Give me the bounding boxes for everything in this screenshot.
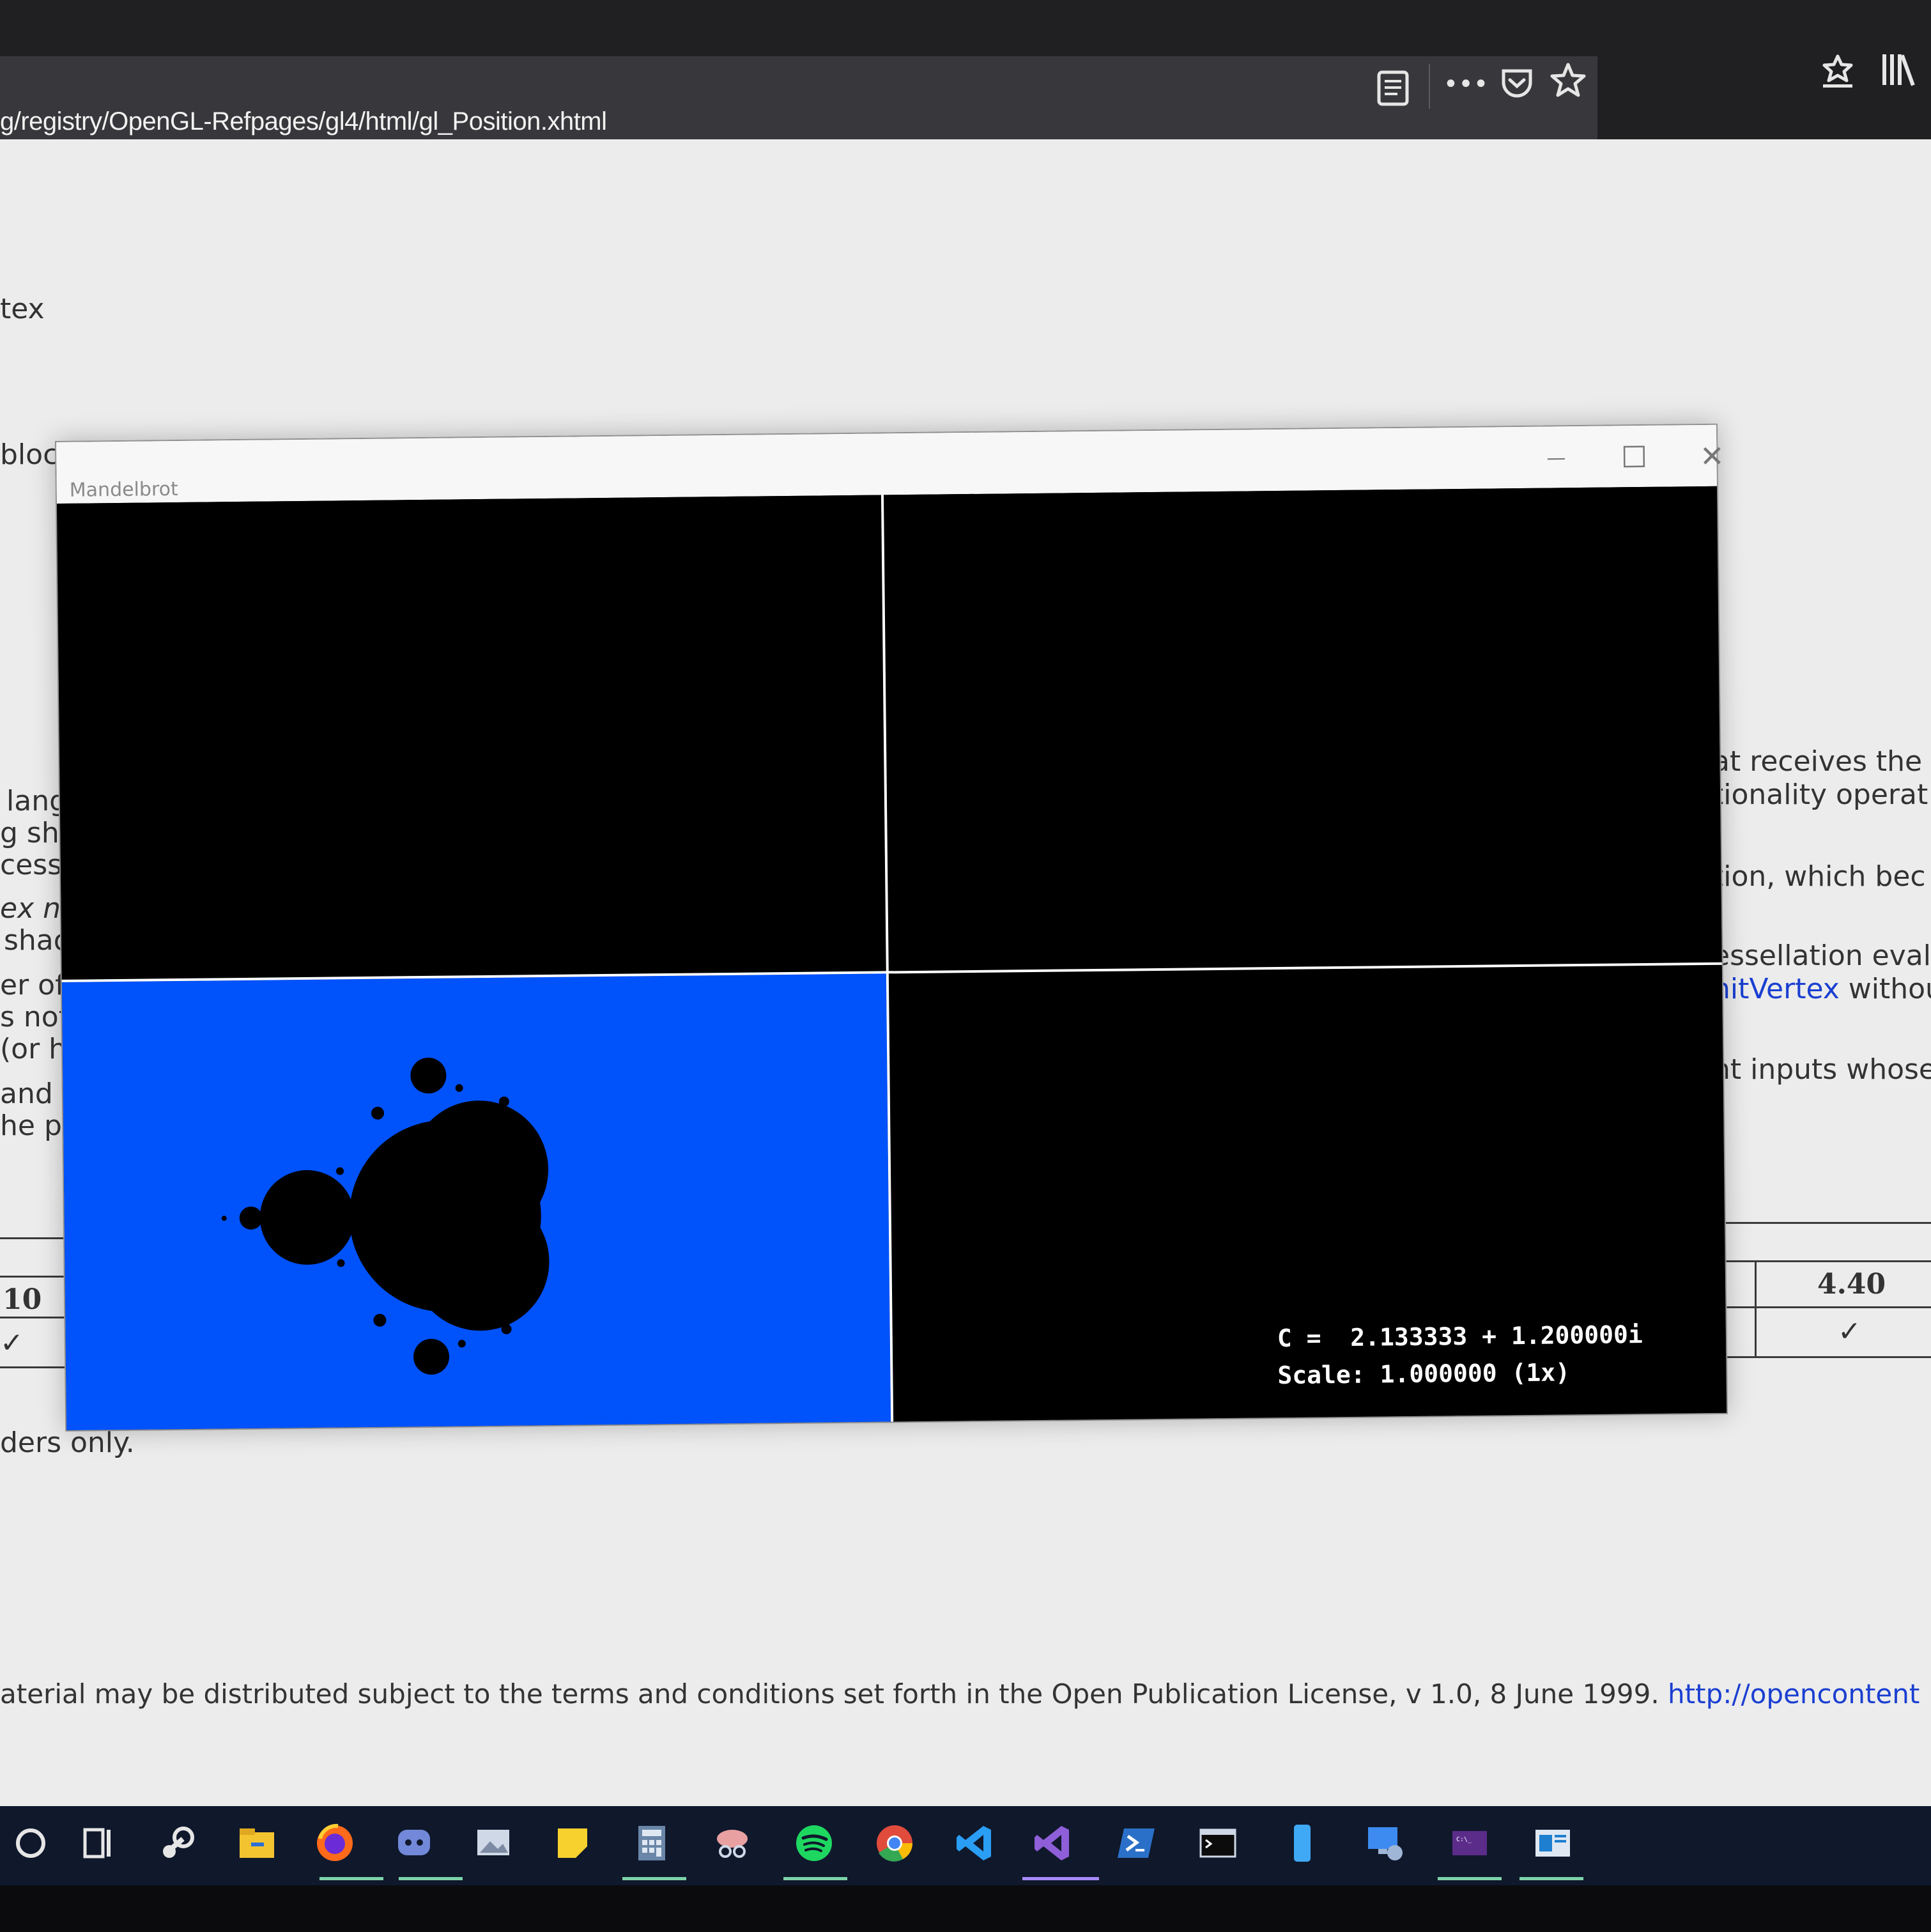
address-bar-url[interactable]: g/registry/OpenGL-Refpages/gl4/html/gl_P… xyxy=(0,107,607,136)
mandelbrot-minibulb xyxy=(337,1259,345,1267)
maximize-button[interactable]: ☐ xyxy=(1599,435,1670,480)
table-cell-version: 4.40 xyxy=(1817,1268,1886,1301)
bookmark-manage-icon[interactable] xyxy=(1813,47,1862,96)
mandelbrot-app-icon[interactable] xyxy=(1522,1812,1583,1874)
photos-icon[interactable] xyxy=(463,1812,524,1874)
shaders-note: ders only. xyxy=(0,1426,135,1459)
table-rule xyxy=(1712,1222,1931,1224)
bookmark-star-icon[interactable] xyxy=(1544,56,1592,105)
page-text-line: nitVertex withou xyxy=(1712,973,1931,1005)
chrome-icon[interactable] xyxy=(864,1812,925,1874)
running-indicator xyxy=(319,1877,383,1880)
toolbar-separator xyxy=(1429,64,1430,109)
minimize-button[interactable]: — xyxy=(1521,435,1592,481)
page-text-line: tion, which bec xyxy=(1712,860,1926,893)
viewport-bottom-right[interactable]: C = 2.133333 + 1.200000i Scale: 1.000000… xyxy=(888,964,1727,1422)
terminal-icon[interactable] xyxy=(1187,1812,1249,1874)
page-text-line: tionality operat xyxy=(1712,778,1928,811)
calculator-icon[interactable] xyxy=(621,1812,682,1874)
table-rule xyxy=(1755,1260,1757,1357)
pocket-icon[interactable] xyxy=(1493,59,1541,107)
table-rule xyxy=(1712,1260,1931,1262)
mandelbrot-set xyxy=(221,1057,550,1375)
powershell-icon[interactable] xyxy=(1105,1812,1167,1874)
discord-icon[interactable] xyxy=(383,1812,445,1874)
running-indicator xyxy=(1438,1877,1502,1880)
mandelbrot-minibulb xyxy=(335,1167,344,1175)
viewport-bottom-left[interactable] xyxy=(61,973,891,1430)
spotify-icon[interactable] xyxy=(783,1812,845,1874)
running-indicator xyxy=(1022,1877,1099,1880)
viewport-top-left[interactable] xyxy=(57,495,886,980)
sticky-notes-icon[interactable] xyxy=(542,1812,603,1874)
command-prompt-icon[interactable]: C:\_ xyxy=(1439,1812,1500,1874)
mandelbrot-window[interactable]: Mandelbrot — ☐ ✕ C = 2.133333 + 1.200000… xyxy=(55,423,1728,1432)
mandelbrot-minibulb xyxy=(458,1340,466,1348)
table-cell-check: ✓ xyxy=(0,1327,24,1359)
mandelbrot-minibulb xyxy=(221,1216,227,1221)
emit-vertex-link[interactable]: nitVertex xyxy=(1712,973,1840,1005)
running-indicator xyxy=(1519,1877,1583,1880)
table-rule xyxy=(1712,1306,1931,1308)
steam-icon[interactable] xyxy=(147,1812,208,1874)
page-text-line: at receives the xyxy=(1712,745,1923,778)
vscode-icon[interactable] xyxy=(944,1812,1006,1874)
library-icon[interactable] xyxy=(1875,45,1923,93)
scale-readout: Scale: 1.000000 (1x) xyxy=(1277,1358,1571,1390)
reader-view-icon[interactable] xyxy=(1369,64,1417,112)
mandelbrot-minibulb xyxy=(371,1106,385,1120)
cortana-icon[interactable] xyxy=(0,1812,61,1874)
page-heading-fragment: tex xyxy=(0,293,45,325)
mandelbrot-minibulb xyxy=(239,1206,263,1230)
close-button[interactable]: ✕ xyxy=(1677,433,1748,479)
mandelbrot-period2-bulb xyxy=(259,1170,355,1265)
svg-text:C:\_: C:\_ xyxy=(1456,1836,1472,1843)
phone-icon[interactable] xyxy=(1272,1812,1333,1874)
firefox-icon[interactable] xyxy=(304,1812,365,1874)
visual-studio-icon[interactable] xyxy=(1022,1812,1084,1874)
viewport-top-right[interactable] xyxy=(883,486,1722,971)
mandelbrot-minibulb xyxy=(373,1313,387,1327)
license-link[interactable]: http://opencontent xyxy=(1668,1678,1919,1710)
mandelbrot-minibulb xyxy=(455,1084,463,1092)
license-text: aterial may be distributed subject to th… xyxy=(0,1678,1920,1710)
running-indicator xyxy=(783,1877,847,1880)
window-title: Mandelbrot xyxy=(69,477,178,502)
c-readout: C = 2.133333 + 1.200000i xyxy=(1277,1320,1643,1353)
table-cell-check: ✓ xyxy=(1838,1315,1861,1348)
task-view-icon[interactable] xyxy=(66,1812,128,1874)
running-indicator xyxy=(399,1877,463,1880)
page-text-line: essellation evalu xyxy=(1712,939,1931,972)
more-icon[interactable]: ••• xyxy=(1442,60,1490,109)
page-text-line: nt inputs whose xyxy=(1712,1053,1931,1086)
mandelbrot-period3-bulb xyxy=(410,1057,447,1094)
render-canvas[interactable]: C = 2.133333 + 1.200000i Scale: 1.000000… xyxy=(57,486,1727,1430)
remote-desktop-icon[interactable] xyxy=(1355,1812,1416,1874)
table-rule xyxy=(1712,1356,1931,1358)
file-explorer-icon[interactable] xyxy=(226,1812,288,1874)
snipping-icon[interactable] xyxy=(702,1812,763,1874)
mandelbrot-period3-bulb xyxy=(413,1338,450,1375)
table-cell-version: 10 xyxy=(3,1283,42,1316)
running-indicator xyxy=(622,1877,686,1880)
